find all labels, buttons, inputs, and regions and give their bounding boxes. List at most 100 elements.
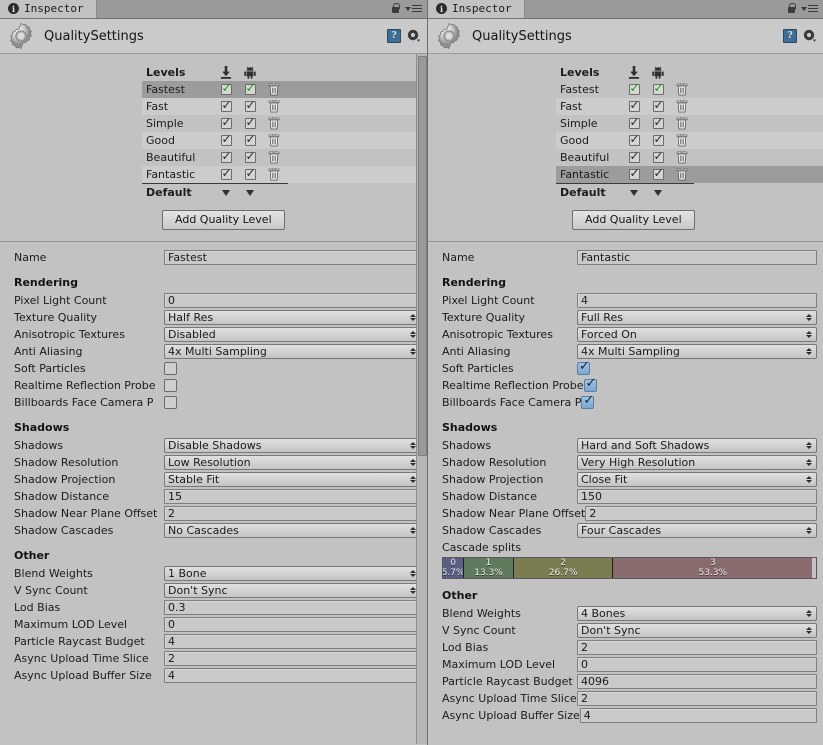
lod-bias-input[interactable]: 2	[577, 640, 817, 655]
anti-aliasing-dropdown[interactable]: 4x Multi Sampling	[577, 344, 817, 359]
shadow-distance-input[interactable]: 15	[164, 489, 421, 504]
level-standalone-checkbox[interactable]	[214, 149, 238, 166]
gear-dropdown-icon[interactable]	[803, 29, 817, 43]
particle-raycast-budget-input[interactable]: 4096	[577, 674, 817, 689]
shadow-projection-dropdown[interactable]: Stable Fit	[164, 472, 421, 487]
soft-particles-checkbox[interactable]	[164, 362, 177, 375]
level-row-good[interactable]: Good	[556, 132, 823, 149]
trash-icon[interactable]	[670, 166, 694, 183]
level-standalone-checkbox[interactable]	[622, 98, 646, 115]
trash-icon[interactable]	[262, 81, 286, 98]
shadow-cascades-dropdown[interactable]: Four Cascades	[577, 523, 817, 538]
lod-bias-input[interactable]: 0.3	[164, 600, 421, 615]
level-standalone-checkbox[interactable]	[214, 115, 238, 132]
anti-aliasing-dropdown[interactable]: 4x Multi Sampling	[164, 344, 421, 359]
shadow-resolution-dropdown[interactable]: Very High Resolution	[577, 455, 817, 470]
default-android-dropdown[interactable]	[238, 184, 262, 201]
anisotropic-textures-dropdown[interactable]: Forced On	[577, 327, 817, 342]
android-robot-icon[interactable]	[238, 64, 262, 81]
level-row-beautiful[interactable]: Beautiful	[142, 149, 427, 166]
level-android-checkbox[interactable]	[646, 166, 670, 183]
add-quality-level-button[interactable]: Add Quality Level	[162, 210, 285, 230]
texture-quality-dropdown[interactable]: Half Res	[164, 310, 421, 325]
level-android-checkbox[interactable]	[646, 149, 670, 166]
pixel-light-count-input[interactable]: 4	[577, 293, 817, 308]
cascade-segment-3[interactable]: 3 53.3%	[613, 558, 813, 578]
checkbox[interactable]	[244, 167, 256, 180]
level-android-checkbox[interactable]	[238, 81, 262, 98]
name-input[interactable]: Fantastic	[577, 250, 817, 265]
level-standalone-checkbox[interactable]	[622, 81, 646, 98]
vertical-scrollbar-left[interactable]	[416, 54, 427, 744]
billboards-face-camera-checkbox[interactable]	[581, 394, 595, 409]
checkbox[interactable]	[652, 116, 664, 129]
level-standalone-checkbox[interactable]	[214, 166, 238, 183]
texture-quality-dropdown[interactable]: Full Res	[577, 310, 817, 325]
level-row-fast[interactable]: Fast	[142, 98, 427, 115]
checkbox[interactable]	[220, 99, 232, 112]
particle-raycast-budget-input[interactable]: 4	[164, 634, 421, 649]
checkbox[interactable]	[652, 82, 664, 95]
level-android-checkbox[interactable]	[238, 98, 262, 115]
tab-inspector[interactable]: i Inspector	[0, 0, 97, 18]
soft-particles-checkbox[interactable]	[577, 360, 590, 375]
trash-icon[interactable]	[262, 166, 286, 183]
checkbox[interactable]	[244, 99, 256, 112]
name-input[interactable]: Fastest	[164, 250, 421, 265]
level-android-checkbox[interactable]	[646, 81, 670, 98]
shadows-dropdown[interactable]: Disable Shadows	[164, 438, 421, 453]
async-upload-time-slice-input[interactable]: 2	[577, 691, 817, 706]
realtime-reflection-probe-checkbox[interactable]	[583, 377, 597, 392]
level-row-fast[interactable]: Fast	[556, 98, 823, 115]
shadow-resolution-dropdown[interactable]: Low Resolution	[164, 455, 421, 470]
trash-icon[interactable]	[670, 81, 694, 98]
shadow-distance-input[interactable]: 150	[577, 489, 817, 504]
checkbox[interactable]	[628, 167, 640, 180]
lock-icon[interactable]	[787, 3, 796, 14]
v-sync-count-dropdown[interactable]: Don't Sync	[164, 583, 421, 598]
checkbox[interactable]	[220, 133, 232, 146]
checkbox[interactable]	[652, 99, 664, 112]
cascade-segment-1[interactable]: 1 13.3%	[464, 558, 514, 578]
level-row-fastest[interactable]: Fastest	[556, 81, 823, 98]
async-upload-buffer-size-input[interactable]: 4	[164, 668, 421, 683]
shadow-near-plane-offset-input[interactable]: 2	[585, 506, 817, 521]
level-standalone-checkbox[interactable]	[214, 81, 238, 98]
trash-icon[interactable]	[262, 149, 286, 166]
trash-icon[interactable]	[262, 115, 286, 132]
default-standalone-dropdown[interactable]	[622, 184, 646, 201]
v-sync-count-dropdown[interactable]: Don't Sync	[577, 623, 817, 638]
lock-icon[interactable]	[391, 3, 400, 14]
level-row-beautiful[interactable]: Beautiful	[556, 149, 823, 166]
level-row-fantastic[interactable]: Fantastic	[142, 166, 427, 183]
level-android-checkbox[interactable]	[646, 115, 670, 132]
level-android-checkbox[interactable]	[238, 132, 262, 149]
standalone-download-icon[interactable]	[622, 64, 646, 81]
level-android-checkbox[interactable]	[238, 149, 262, 166]
cascade-segment-2[interactable]: 2 26.7%	[513, 558, 614, 578]
async-upload-buffer-size-input[interactable]: 4	[579, 708, 817, 723]
shadow-near-plane-offset-input[interactable]: 2	[164, 506, 421, 521]
checkbox[interactable]	[244, 133, 256, 146]
cascade-splits-bar[interactable]: 0 5.7% 1 13.3% 2 26.7% 3 53.3%	[442, 557, 817, 579]
anisotropic-textures-dropdown[interactable]: Disabled	[164, 327, 421, 342]
checkbox[interactable]	[652, 150, 664, 163]
trash-icon[interactable]	[670, 115, 694, 132]
level-standalone-checkbox[interactable]	[622, 149, 646, 166]
maximum-lod-level-input[interactable]: 0	[164, 617, 421, 632]
shadow-cascades-dropdown[interactable]: No Cascades	[164, 523, 421, 538]
default-android-dropdown[interactable]	[646, 184, 670, 201]
level-row-simple[interactable]: Simple	[142, 115, 427, 132]
level-android-checkbox[interactable]	[238, 166, 262, 183]
async-upload-time-slice-input[interactable]: 2	[164, 651, 421, 666]
trash-icon[interactable]	[670, 132, 694, 149]
level-standalone-checkbox[interactable]	[214, 98, 238, 115]
hamburger-menu-icon[interactable]	[801, 4, 818, 13]
level-row-fastest[interactable]: Fastest	[142, 81, 427, 98]
level-android-checkbox[interactable]	[238, 115, 262, 132]
checkbox[interactable]	[220, 116, 232, 129]
maximum-lod-level-input[interactable]: 0	[577, 657, 817, 672]
blend-weights-dropdown[interactable]: 4 Bones	[577, 606, 817, 621]
billboards-face-camera-checkbox[interactable]	[164, 396, 177, 409]
add-quality-level-button[interactable]: Add Quality Level	[572, 210, 695, 230]
